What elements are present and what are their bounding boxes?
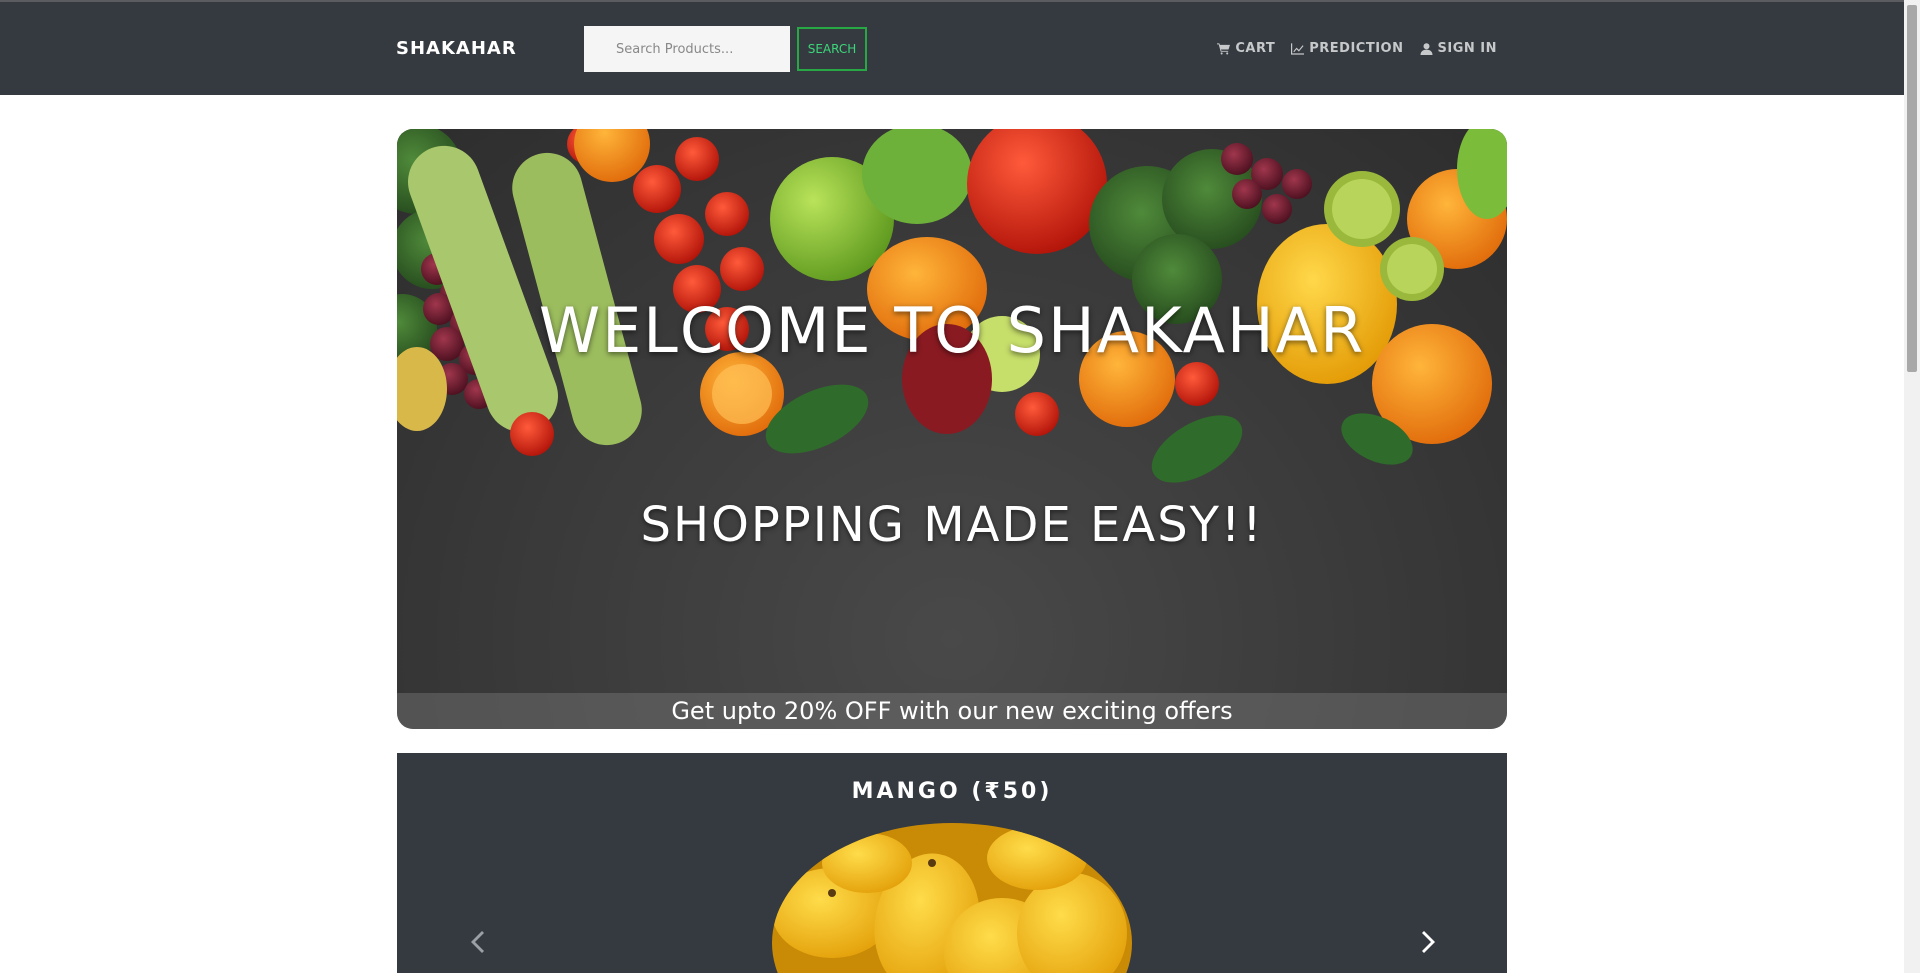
search-button[interactable]: SEARCH	[797, 27, 867, 71]
nav-links: CART PREDICTION SIGN IN	[1217, 41, 1497, 56]
product-title: MANGO (₹50)	[851, 779, 1053, 804]
search-input[interactable]	[584, 26, 790, 72]
chevron-left-icon	[471, 931, 484, 953]
chevron-right-icon	[1422, 931, 1435, 953]
user-icon	[1420, 42, 1432, 55]
offer-banner: Get upto 20% OFF with our new exciting o…	[397, 693, 1507, 729]
carousel-prev-button[interactable]	[468, 930, 492, 954]
chart-icon	[1291, 42, 1305, 55]
nav-sign-in[interactable]: SIGN IN	[1420, 41, 1498, 56]
hero-title: WELCOME TO SHAKAHAR	[538, 294, 1366, 367]
page-scrollbar[interactable]	[1904, 0, 1920, 973]
nav-sign-in-label: SIGN IN	[1437, 41, 1497, 56]
product-carousel: MANGO (₹50)	[397, 753, 1507, 973]
navbar: SHAKAHAR SEARCH CART PREDICTION SIGN IN	[0, 2, 1904, 95]
hero-subtitle: SHOPPING MADE EASY!!	[640, 497, 1264, 553]
cart-icon	[1217, 42, 1231, 54]
nav-cart[interactable]: CART	[1217, 41, 1275, 56]
product-image-mango[interactable]	[772, 823, 1132, 973]
brand-logo[interactable]: SHAKAHAR	[396, 38, 517, 59]
nav-prediction[interactable]: PREDICTION	[1291, 41, 1403, 56]
hero-banner: WELCOME TO SHAKAHAR SHOPPING MADE EASY!!…	[397, 129, 1507, 729]
nav-cart-label: CART	[1235, 41, 1276, 56]
carousel-next-button[interactable]	[1414, 930, 1438, 954]
scrollbar-thumb[interactable]	[1907, 5, 1917, 372]
nav-prediction-label: PREDICTION	[1309, 41, 1404, 56]
